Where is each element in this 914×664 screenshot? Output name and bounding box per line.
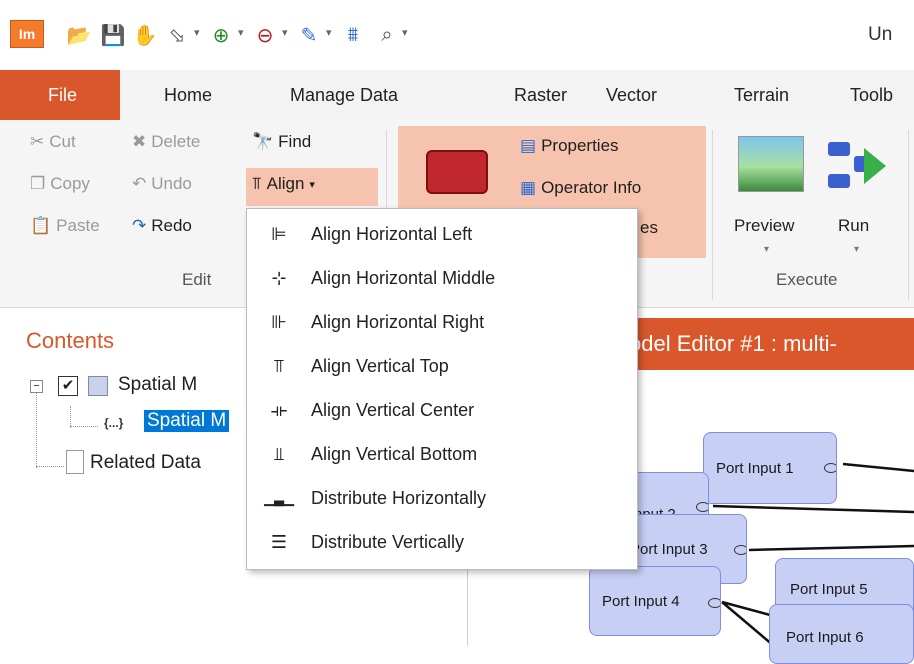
delete-button[interactable]: ✖ Delete <box>132 132 200 152</box>
chevron-down-icon[interactable]: ▾ <box>764 244 769 255</box>
find-icon: 🔭 <box>252 132 274 151</box>
window-title: Un <box>868 24 893 45</box>
align-vertical-center-icon: ⟛ <box>270 400 288 420</box>
distribute-horizontally-icon: ▁▃▁ <box>264 490 294 506</box>
preview-icon[interactable] <box>738 136 804 192</box>
tab-manage-data[interactable]: Manage Data <box>276 70 413 120</box>
model-script-icon: {...} <box>104 416 124 430</box>
port-connector[interactable] <box>708 598 720 608</box>
delete-icon: ✖ <box>132 132 147 151</box>
align-horizontal-right-icon: ⊪ <box>271 312 287 332</box>
group-label-edit: Edit <box>182 270 212 289</box>
copy-button[interactable]: ❐ Copy <box>30 174 90 194</box>
port-connector[interactable] <box>734 545 746 555</box>
menu-item-distribute-vertically[interactable]: ☰ Distribute Vertically <box>247 521 637 564</box>
collapse-toggle[interactable]: − <box>30 380 43 393</box>
tab-file[interactable]: File <box>48 70 77 120</box>
toolbox-icon[interactable] <box>426 150 488 194</box>
tree-line <box>70 426 98 427</box>
run-button[interactable]: Run <box>838 216 869 236</box>
align-button[interactable]: ⫪ Align ▾ <box>252 174 315 194</box>
customize-qat-icon[interactable]: ▾ <box>402 26 408 39</box>
align-vertical-bottom-icon: ⫫ <box>273 444 285 464</box>
tree-item-spatial-model[interactable]: Spatial M <box>118 374 197 396</box>
align-dropdown-menu: ⊫ Align Horizontal Left ⊹ Align Horizont… <box>246 208 638 570</box>
tree-line <box>36 388 37 468</box>
scissors-icon: ✂ <box>30 132 45 151</box>
properties-button[interactable]: ▤ Properties <box>520 136 619 156</box>
pan-hand-icon[interactable]: ✋ <box>132 22 158 48</box>
group-label-execute: Execute <box>776 270 838 289</box>
port-input-4[interactable]: Port Input 4 <box>589 566 721 636</box>
select-pointer-icon[interactable]: ⬂ <box>164 22 190 48</box>
run-icon[interactable] <box>826 138 888 194</box>
tab-terrain[interactable]: Terrain <box>720 70 804 120</box>
tab-home[interactable]: Home <box>150 70 227 120</box>
chevron-down-icon[interactable]: ▾ <box>854 244 859 255</box>
preview-button[interactable]: Preview <box>734 216 794 236</box>
group-separator <box>712 130 713 300</box>
undo-icon: ↶ <box>132 174 147 193</box>
save-icon[interactable]: 💾 <box>100 22 126 48</box>
distribute-vertically-icon: ☰ <box>270 532 288 552</box>
group-separator <box>908 130 909 300</box>
chevron-down-icon[interactable]: ▾ <box>326 26 332 39</box>
menu-item-align-vertical-bottom[interactable]: ⫫ Align Vertical Bottom <box>247 433 637 476</box>
zoom-out-icon[interactable]: ⊖ <box>252 22 278 48</box>
measure-tool-icon[interactable]: ✎ <box>296 22 322 48</box>
chevron-down-icon[interactable]: ▾ <box>194 26 200 39</box>
quick-access-toolbar: Im 📂 💾 ✋ ⬂ ▾ ⊕ ▾ ⊖ ▾ ✎ ▾ ⩩ ⌕ ▾ Un <box>0 0 914 70</box>
chevron-down-icon[interactable]: ▾ <box>282 26 288 39</box>
tree-line <box>36 466 64 467</box>
app-logo: Im <box>10 20 44 48</box>
tree-item-related-data[interactable]: Related Data <box>90 452 201 474</box>
properties-icon: ▤ <box>520 136 537 155</box>
menu-item-distribute-horizontally[interactable]: ▁▃▁ Distribute Horizontally <box>247 477 637 520</box>
redo-icon: ↷ <box>132 216 147 235</box>
chevron-down-icon: ▾ <box>309 178 315 191</box>
zoom-in-icon[interactable]: ⊕ <box>208 22 234 48</box>
paste-icon: 📋 <box>30 216 52 235</box>
document-icon <box>66 450 84 474</box>
open-folder-icon[interactable]: 📂 <box>66 22 92 48</box>
tab-raster[interactable]: Raster <box>500 70 582 120</box>
menu-item-align-vertical-top[interactable]: ⫪ Align Vertical Top <box>247 345 637 388</box>
copy-icon: ❐ <box>30 174 46 193</box>
port-input-6[interactable]: Port Input 6 <box>769 604 914 664</box>
align-vertical-top-icon: ⫪ <box>273 356 285 376</box>
menu-item-align-horizontal-left[interactable]: ⊫ Align Horizontal Left <box>247 213 637 256</box>
tab-vector[interactable]: Vector <box>592 70 672 120</box>
spatial-model-icon <box>88 376 108 396</box>
layers-icon[interactable]: ⩩ <box>340 22 366 48</box>
port-input-1[interactable]: Port Input 1 <box>703 432 837 504</box>
menu-item-align-vertical-center[interactable]: ⟛ Align Vertical Center <box>247 389 637 432</box>
paste-button[interactable]: 📋 Paste <box>30 216 100 236</box>
operator-info-button[interactable]: ▦ Operator Info <box>520 178 641 198</box>
find-button[interactable]: 🔭 Find <box>252 132 311 152</box>
layer-checkbox[interactable]: ✔ <box>58 376 78 396</box>
undo-button[interactable]: ↶ Undo <box>132 174 192 194</box>
tools-partial-label[interactable]: es <box>640 218 658 238</box>
cut-button[interactable]: ✂ Cut <box>30 132 76 152</box>
operator-info-icon: ▦ <box>520 178 537 197</box>
port-connector[interactable] <box>696 502 708 512</box>
chevron-down-icon[interactable]: ▾ <box>238 26 244 39</box>
align-horizontal-left-icon: ⊫ <box>271 224 287 244</box>
tree-line <box>70 406 71 428</box>
tab-toolbox[interactable]: Toolb <box>836 70 908 120</box>
align-icon: ⫪ <box>252 174 262 193</box>
redo-button[interactable]: ↷ Redo <box>132 216 192 236</box>
align-horizontal-middle-icon: ⊹ <box>271 268 287 288</box>
tree-item-spatial-model-selected[interactable]: Spatial M <box>144 410 230 432</box>
port-connector[interactable] <box>824 463 836 473</box>
contents-title: Contents <box>26 328 115 353</box>
menu-item-align-horizontal-middle[interactable]: ⊹ Align Horizontal Middle <box>247 257 637 300</box>
inquire-icon[interactable]: ⌕ <box>374 22 400 48</box>
menu-item-align-horizontal-right[interactable]: ⊪ Align Horizontal Right <box>247 301 637 344</box>
